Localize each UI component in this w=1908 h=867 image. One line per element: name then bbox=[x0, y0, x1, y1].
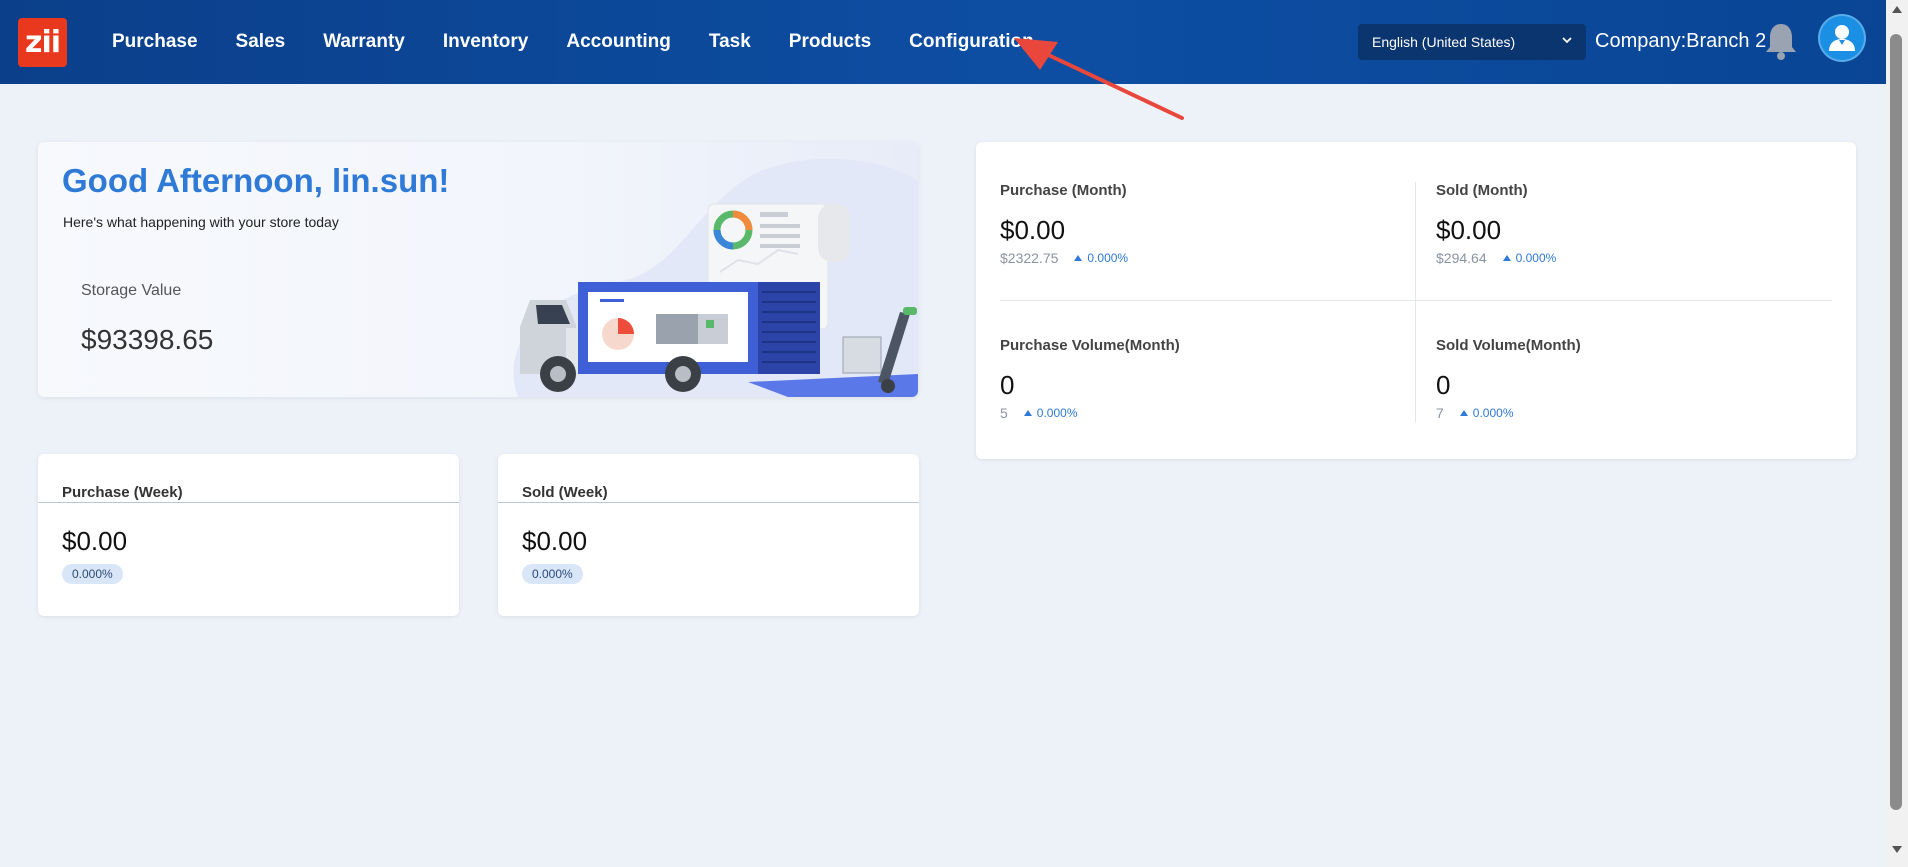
stat-change: 0.000% bbox=[1515, 251, 1557, 265]
stat-previous-value: 7 bbox=[1436, 405, 1444, 421]
nav-item-warranty[interactable]: Warranty bbox=[323, 31, 405, 53]
stat-label: Sold (Month) bbox=[1436, 182, 1528, 199]
storage-value-amount: $93398.65 bbox=[81, 324, 214, 355]
nav-item-purchase[interactable]: Purchase bbox=[112, 31, 198, 53]
sold-week-title: Sold (Week) bbox=[522, 484, 608, 501]
monthly-stats-card: Purchase (Month) $0.00 $2322.75 0.000% S… bbox=[976, 142, 1856, 459]
nav-item-products[interactable]: Products bbox=[789, 31, 871, 53]
stat-previous-value: 5 bbox=[1000, 405, 1008, 421]
language-select[interactable]: English (United States) bbox=[1358, 24, 1586, 60]
card-divider bbox=[38, 502, 459, 503]
stat-label: Purchase (Month) bbox=[1000, 182, 1127, 199]
purchase-week-title: Purchase (Week) bbox=[62, 484, 183, 501]
annotation-arrow bbox=[1014, 38, 1184, 120]
stat-change: 0.000% bbox=[1036, 406, 1078, 420]
sold-week-card: Sold (Week) $0.00 0.000% bbox=[498, 454, 919, 616]
top-navigation-bar: zii Purchase Sales Warranty Inventory Ac… bbox=[0, 0, 1886, 84]
nav-item-sales[interactable]: Sales bbox=[236, 31, 286, 53]
chevron-down-icon bbox=[1562, 37, 1572, 44]
bell-icon[interactable] bbox=[1762, 20, 1800, 62]
stat-label: Sold Volume(Month) bbox=[1436, 337, 1581, 354]
stat-change: 0.000% bbox=[1087, 251, 1129, 265]
welcome-card: Good Afternoon, lin.sun! Here's what hap… bbox=[38, 142, 918, 397]
sold-month-stat: Sold (Month) $0.00 $294.64 0.000% bbox=[1436, 182, 1856, 266]
nav-item-inventory[interactable]: Inventory bbox=[443, 31, 529, 53]
user-avatar-icon bbox=[1829, 25, 1855, 51]
main-menu: Purchase Sales Warranty Inventory Accoun… bbox=[112, 0, 1072, 84]
caret-up-icon bbox=[1023, 410, 1032, 416]
scroll-up-icon[interactable] bbox=[1891, 4, 1903, 14]
greeting-subtext: Here's what happening with your store to… bbox=[63, 214, 339, 230]
sold-week-change-badge: 0.000% bbox=[522, 564, 583, 584]
zii-logo[interactable]: zii bbox=[18, 18, 67, 67]
nav-item-task[interactable]: Task bbox=[709, 31, 751, 53]
language-select-value: English (United States) bbox=[1372, 34, 1516, 50]
stat-previous-value: $2322.75 bbox=[1000, 250, 1059, 266]
stat-change: 0.000% bbox=[1472, 406, 1514, 420]
purchase-week-change-badge: 0.000% bbox=[62, 564, 123, 584]
purchase-month-stat: Purchase (Month) $0.00 $2322.75 0.000% bbox=[1000, 182, 1420, 266]
stat-previous-value: $294.64 bbox=[1436, 250, 1487, 266]
stat-value: $0.00 bbox=[1436, 215, 1502, 245]
delivery-truck-illustration bbox=[513, 158, 918, 397]
stat-value: 0 bbox=[1000, 370, 1015, 400]
greeting-heading: Good Afternoon, lin.sun! bbox=[62, 162, 450, 199]
purchase-week-card: Purchase (Week) $0.00 0.000% bbox=[38, 454, 459, 616]
stat-label: Purchase Volume(Month) bbox=[1000, 337, 1180, 354]
scrollbar-thumb[interactable] bbox=[1890, 34, 1902, 810]
scroll-down-icon[interactable] bbox=[1891, 845, 1903, 855]
nav-item-accounting[interactable]: Accounting bbox=[566, 31, 671, 53]
purchase-volume-month-stat: Purchase Volume(Month) 0 5 0.000% bbox=[1000, 337, 1420, 421]
card-divider bbox=[498, 502, 919, 503]
caret-up-icon bbox=[1074, 255, 1083, 261]
company-branch-label[interactable]: Company:Branch 2 bbox=[1595, 30, 1766, 53]
sold-volume-month-stat: Sold Volume(Month) 0 7 0.000% bbox=[1436, 337, 1856, 421]
caret-up-icon bbox=[1459, 410, 1468, 416]
stat-value: 0 bbox=[1436, 370, 1451, 400]
caret-up-icon bbox=[1502, 255, 1511, 261]
storage-value-label: Storage Value bbox=[81, 282, 182, 299]
sold-week-value: $0.00 bbox=[522, 526, 588, 556]
purchase-week-value: $0.00 bbox=[62, 526, 128, 556]
user-avatar[interactable] bbox=[1818, 14, 1866, 62]
stat-value: $0.00 bbox=[1000, 215, 1066, 245]
stats-horizontal-divider bbox=[1000, 300, 1832, 301]
